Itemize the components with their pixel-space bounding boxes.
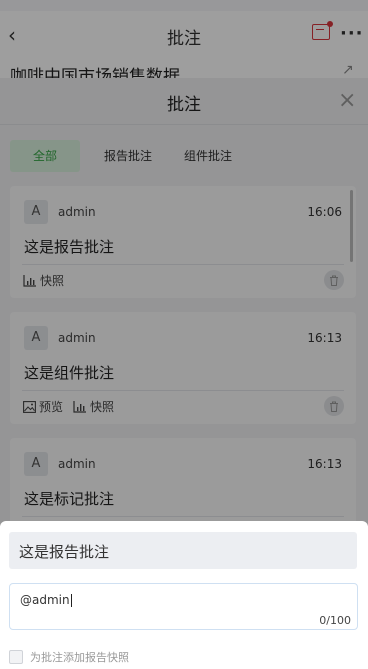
snapshot-option[interactable]: 为批注添加报告快照 (9, 649, 129, 665)
char-counter: 0/100 (319, 614, 351, 627)
reply-sheet: 这是报告批注 @admin 0/100 为批注添加报告快照 (0, 521, 368, 669)
text-caret (70, 594, 72, 607)
snapshot-checkbox[interactable] (9, 650, 23, 664)
reply-input[interactable]: @admin 0/100 (9, 583, 358, 630)
snapshot-checkbox-label: 为批注添加报告快照 (30, 651, 129, 664)
quoted-comment: 这是报告批注 (9, 532, 357, 569)
reply-input-value: @admin (20, 593, 72, 607)
input-text: @admin (20, 593, 70, 607)
